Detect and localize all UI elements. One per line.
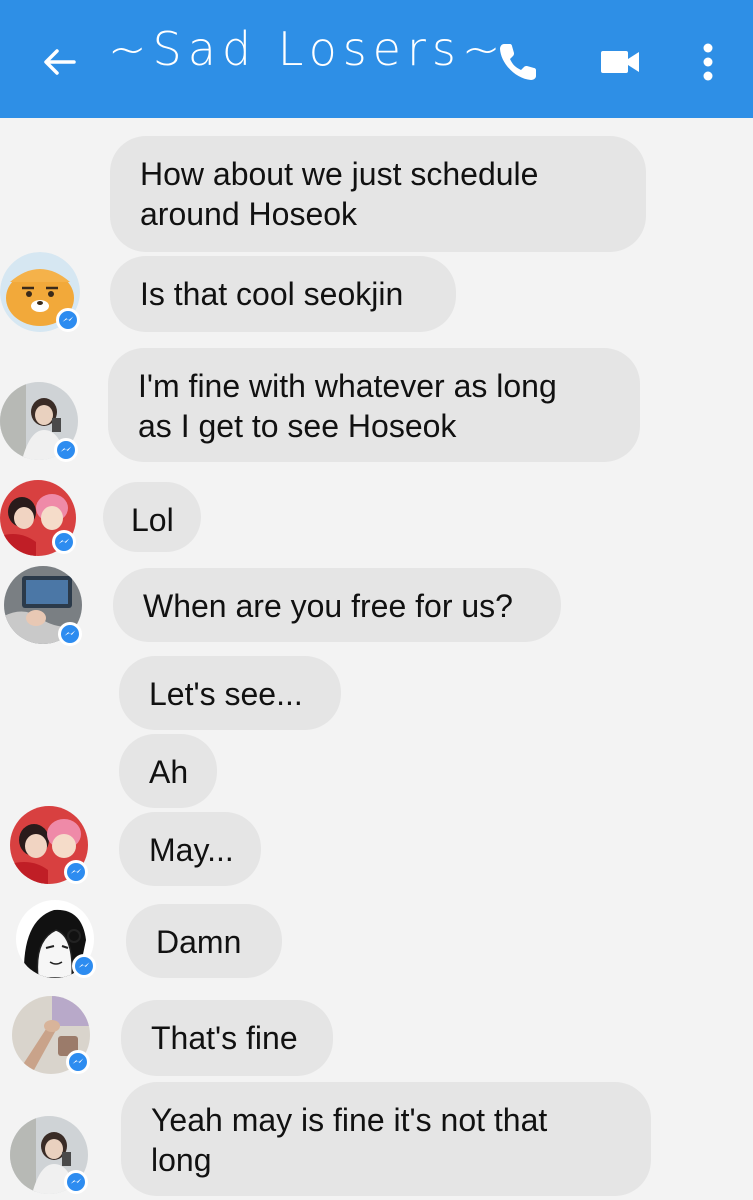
message-bubble[interactable]: Ah xyxy=(119,734,217,808)
more-vertical-icon[interactable] xyxy=(684,38,732,86)
message-text-line: Yeah may is fine it's not that xyxy=(151,1102,548,1138)
message-bubble[interactable]: Damn xyxy=(126,904,282,978)
message-text-line: as I get to see Hoseok xyxy=(138,408,457,444)
video-camera-icon[interactable] xyxy=(596,38,644,86)
phone-icon[interactable] xyxy=(494,38,542,86)
messenger-badge-icon xyxy=(54,438,78,462)
message-bubble[interactable]: Yeah may is fine it's not that long xyxy=(121,1082,651,1196)
messenger-badge-icon xyxy=(72,954,96,978)
message-bubble[interactable]: How about we just schedule around Hoseok xyxy=(110,136,646,252)
messenger-badge-icon xyxy=(64,860,88,884)
message-bubble[interactable]: Is that cool seokjin xyxy=(110,256,456,332)
messenger-badge-icon xyxy=(56,308,80,332)
message-text-line: I'm fine with whatever as long xyxy=(138,368,557,404)
message-text: Let's see... xyxy=(149,676,303,712)
message-bubble[interactable]: I'm fine with whatever as long as I get … xyxy=(108,348,640,462)
message-text-line: long xyxy=(151,1142,212,1178)
messenger-badge-icon xyxy=(52,530,76,554)
message-bubble[interactable]: May... xyxy=(119,812,261,886)
chat-header: ~Sad Losers~ xyxy=(0,0,753,118)
message-bubble[interactable]: Lol xyxy=(103,482,201,552)
message-text: Damn xyxy=(156,924,242,960)
message-text: Lol xyxy=(131,502,174,538)
message-text: Ah xyxy=(149,754,189,790)
conversation-title[interactable]: ~Sad Losers~ xyxy=(108,22,506,76)
message-bubble[interactable]: Let's see... xyxy=(119,656,341,730)
message-text: May... xyxy=(149,832,234,868)
messenger-badge-icon xyxy=(58,622,82,646)
messenger-badge-icon xyxy=(66,1050,90,1074)
message-text: When are you free for us? xyxy=(143,588,513,624)
arrow-back-icon[interactable] xyxy=(38,40,82,84)
message-list: How about we just schedule around Hoseok… xyxy=(0,118,753,1200)
message-bubble[interactable]: When are you free for us? xyxy=(113,568,561,642)
message-text-line: around Hoseok xyxy=(140,196,358,232)
message-bubble[interactable]: That's fine xyxy=(121,1000,333,1076)
message-text-line: How about we just schedule xyxy=(140,156,539,192)
messenger-badge-icon xyxy=(64,1170,88,1194)
message-text: That's fine xyxy=(151,1020,298,1056)
message-text: Is that cool seokjin xyxy=(140,276,404,312)
